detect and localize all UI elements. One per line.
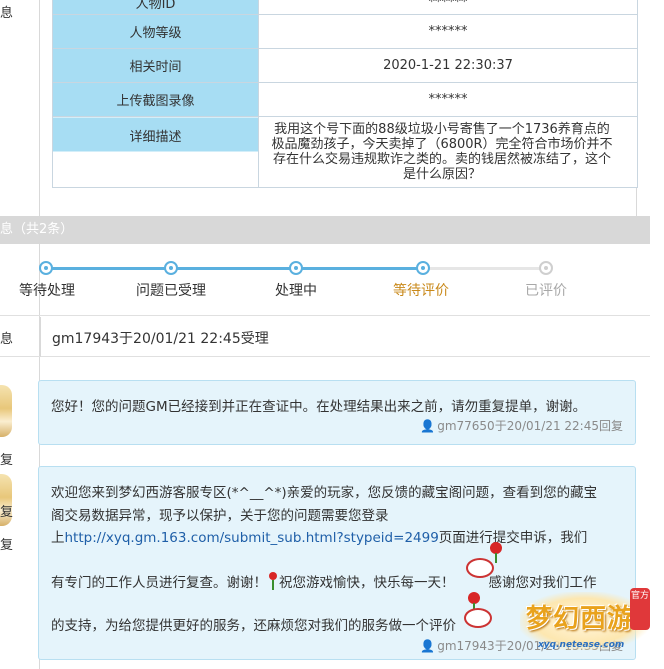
info-key[interactable]: 上传截图录像 [52,82,259,117]
mascot-icon [460,540,510,584]
accept-text: gm17943于20/01/21 22:45受理 [52,331,269,347]
avatar-icon [0,385,12,437]
left-label-fragment: 复 [0,505,14,520]
user-icon: 👤 [420,419,436,433]
rose-icon [268,572,278,590]
reply-user: gm17943 [437,639,495,653]
info-value: 2020-1-21 22:30:37 [258,48,638,83]
section-header: 息（共2条） [0,216,650,244]
ticket-info-table: 人物ID ****** 人物等级 ****** 相关时间 2020-1-21 2… [52,0,638,188]
info-value: ****** [258,82,638,117]
info-key: 相关时间 [52,48,259,83]
left-label-fragment: 息 [0,332,14,347]
reply-text: 欢迎您来到梦幻西游客服专区(*^__^*)亲爱的玩家，您反馈的藏宝阁问题，查看到… [51,485,598,501]
reply-text: 有专门的工作人员进行复查。谢谢！ 祝您游戏愉快，快乐每一天！ 感谢您对我们工作 [51,571,597,591]
left-label-fragment: 复 [0,538,14,553]
left-label-fragment: 复 [0,453,14,468]
reply-action: 回复 [598,419,623,433]
left-label-fragment: 息 [0,6,14,21]
appeal-link[interactable]: http://xyq.gm.163.com/submit_sub.html?st… [65,530,439,546]
step-dot [539,261,553,275]
info-value: ****** [258,14,638,49]
step-label: 等待处理 [19,283,75,299]
mascot-icon [460,592,500,632]
info-key-label: 详细描述 [129,130,182,145]
table-row: 上传截图录像 ****** [52,82,638,117]
divider [40,317,41,357]
step-label: 处理中 [275,283,317,299]
table-row: 相关时间 2020-1-21 22:30:37 [52,48,638,83]
user-icon: 👤 [420,639,436,653]
step-label-current: 等待评价 [393,283,449,299]
reply-bubble: 您好！您的问题GM已经接到并正在查证中。在处理结果出来之前，请勿重复提单，谢谢。… [38,380,636,445]
table-row: 详细描述 我用这个号下面的88级垃圾小号寄售了一个1736养育点的极品魔劲孩子，… [52,116,638,188]
description-value: 我用这个号下面的88级垃圾小号寄售了一个1736养育点的极品魔劲孩子，今天卖掉了… [258,116,638,188]
reply-text: 您好！您的问题GM已经接到并正在查证中。在处理结果出来之前，请勿重复提单，谢谢。 [51,399,587,415]
reply-text-part: 上 [51,530,65,546]
ticket-progress: 等待处理 问题已受理 处理中 等待评价 已评价 [0,244,650,316]
game-logo: 梦幻西游 xyq.netease.com 官方 [518,588,654,664]
step-dot [164,261,178,275]
step-dot [39,261,53,275]
progress-line-done [45,267,423,270]
step-label: 已评价 [525,283,567,299]
reply-text-part: 有专门的工作人员进行复查。谢谢！ [51,575,267,591]
accept-record: 息 gm17943于20/01/21 22:45受理 [0,317,650,357]
logo-url: xyq.netease.com [538,640,625,650]
reply-text: 阁交易数据异常，现予以保护，关于您的问题需要您登录 [51,508,389,524]
table-row: 人物等级 ****** [52,14,638,49]
progress-line-todo [423,267,545,270]
reply-time: 于20/01/21 22:45 [494,419,599,433]
reply-user: gm77650 [437,419,495,433]
step-dot [289,261,303,275]
reply-text: 的支持，为给您提供更好的服务，还麻烦您对我们的服务做一个评价 [51,618,456,634]
step-label: 问题已受理 [136,283,206,299]
logo-text: 梦幻西游 [526,604,635,634]
table-row: 人物ID ****** [52,0,638,15]
info-key: 人物ID [52,0,259,15]
info-key: 详细描述 [52,116,259,188]
reply-meta: 👤 gm77650于20/01/21 22:45回复 [420,417,623,434]
info-key: 人物等级 [52,14,259,49]
reply-text-part: 祝您游戏愉快，快乐每一天！ [279,575,455,591]
logo-tag: 官方 [630,588,650,630]
step-dot [416,261,430,275]
info-value: ****** [258,0,638,15]
